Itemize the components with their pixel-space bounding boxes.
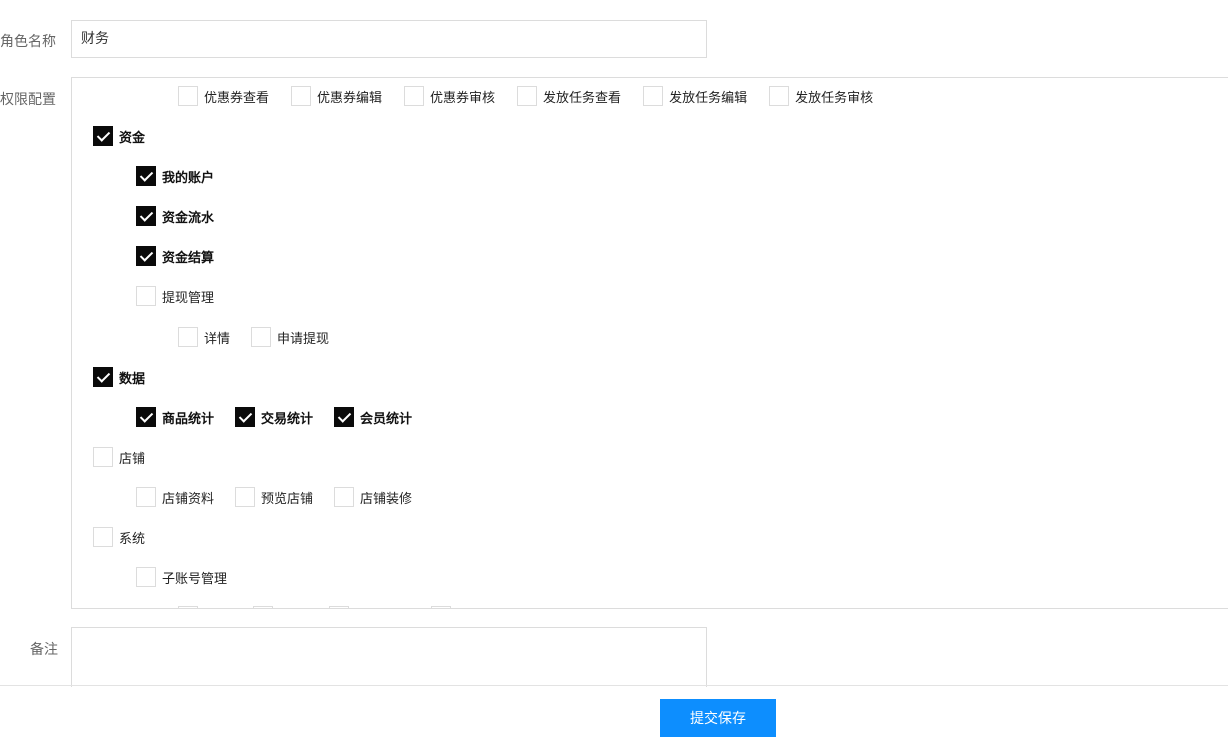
shop-children-row: 店铺资料 预览店铺 店铺装修 [136,486,432,508]
perm-label: 资金结算 [162,250,215,266]
perm-label: 优惠券编辑 [317,90,383,106]
perm-label: 发放任务编辑 [669,90,748,106]
checkbox[interactable] [643,86,664,106]
perm-label: 优惠券查看 [204,90,270,106]
remark-textarea[interactable] [71,627,707,687]
checkbox[interactable] [136,567,156,587]
perm-issue-task-audit[interactable]: 发放任务审核 [769,86,873,106]
role-name-input[interactable]: 财务 [71,20,707,58]
perm-label: 系统 [119,531,146,547]
checkbox-checked[interactable] [136,206,156,226]
perm-issue-task-view[interactable]: 发放任务查看 [517,86,621,106]
perm-label: 店铺 [119,451,146,467]
perm-shop-info[interactable]: 店铺资料 [136,487,214,507]
perm-label: 资金 [119,130,146,146]
coupon-permissions-row: 优惠券查看 优惠券编辑 优惠券审核 发放任务查看 发放任务编辑 发放任务审核 [178,85,893,107]
perm-label: 子账号管理 [162,571,228,587]
data-children-row: 商品统计 交易统计 会员统计 [136,406,432,428]
clipped-checkbox[interactable] [178,606,198,608]
perm-my-account[interactable]: 我的账户 [136,165,214,187]
checkbox[interactable] [93,527,113,547]
perm-fund-flow[interactable]: 资金流水 [136,205,214,227]
perm-coupon-edit[interactable]: 优惠券编辑 [291,86,382,106]
checkbox[interactable] [251,327,272,347]
perm-label: 详情 [204,331,231,347]
perm-label: 店铺装修 [360,491,413,507]
perm-label: 申请提现 [277,331,330,347]
perm-preview-shop[interactable]: 预览店铺 [235,487,313,507]
perm-fund-settle[interactable]: 资金结算 [136,245,214,267]
checkbox[interactable] [136,487,156,507]
footer-divider [0,685,1228,686]
perm-product-stats[interactable]: 商品统计 [136,407,214,427]
submit-save-button[interactable]: 提交保存 [660,699,776,737]
checkbox[interactable] [334,487,355,507]
perm-label: 优惠券审核 [430,90,496,106]
perm-label: 交易统计 [261,411,314,427]
perm-trade-stats[interactable]: 交易统计 [235,407,313,427]
perm-label: 数据 [119,371,146,387]
perm-label: 店铺资料 [162,491,215,507]
perm-shop[interactable]: 店铺 [93,446,145,468]
clipped-checkbox[interactable] [329,606,349,608]
perm-label: 商品统计 [162,411,215,427]
perm-coupon-view[interactable]: 优惠券查看 [178,86,269,106]
perm-label: 提现管理 [162,290,215,306]
perm-withdraw-detail[interactable]: 详情 [178,327,230,347]
perm-shop-decoration[interactable]: 店铺装修 [334,487,412,507]
perm-label: 资金流水 [162,210,215,226]
checkbox-checked[interactable] [235,407,256,427]
perm-label: 发放任务查看 [543,90,622,106]
permission-config-label: 权限配置 [0,92,56,108]
perm-issue-task-edit[interactable]: 发放任务编辑 [643,86,747,106]
role-name-label: 角色名称 [0,34,56,50]
perm-sub-account-manage[interactable]: 子账号管理 [136,566,227,588]
perm-withdraw-manage[interactable]: 提现管理 [136,285,214,307]
checkbox[interactable] [178,327,198,347]
checkbox[interactable] [136,286,156,306]
checkbox-checked[interactable] [93,367,113,387]
checkbox-checked[interactable] [93,126,113,146]
perm-label: 预览店铺 [261,491,314,507]
perm-label: 我的账户 [162,170,215,186]
checkbox[interactable] [178,86,198,106]
checkbox-checked[interactable] [136,166,156,186]
checkbox[interactable] [404,86,425,106]
perm-data[interactable]: 数据 [93,366,145,388]
perm-system[interactable]: 系统 [93,526,145,548]
checkbox-checked[interactable] [334,407,355,427]
perm-label: 发放任务审核 [795,90,874,106]
clipped-checkbox[interactable] [431,606,451,608]
checkbox[interactable] [291,86,312,106]
perm-coupon-audit[interactable]: 优惠券审核 [404,86,495,106]
checkbox-checked[interactable] [136,246,156,266]
perm-label: 会员统计 [360,411,413,427]
checkbox[interactable] [235,487,256,507]
checkbox[interactable] [517,86,538,106]
remark-label: 备注 [30,642,58,658]
perm-member-stats[interactable]: 会员统计 [334,407,412,427]
perm-apply-withdraw[interactable]: 申请提现 [251,327,329,347]
perm-funds[interactable]: 资金 [93,125,145,147]
permission-tree[interactable]: 优惠券查看 优惠券编辑 优惠券审核 发放任务查看 发放任务编辑 发放任务审核 资… [71,77,1228,609]
checkbox[interactable] [769,86,790,106]
withdraw-children-row: 详情 申请提现 [178,326,349,348]
checkbox[interactable] [93,447,113,467]
checkbox-checked[interactable] [136,407,156,427]
clipped-checkbox[interactable] [253,606,273,608]
